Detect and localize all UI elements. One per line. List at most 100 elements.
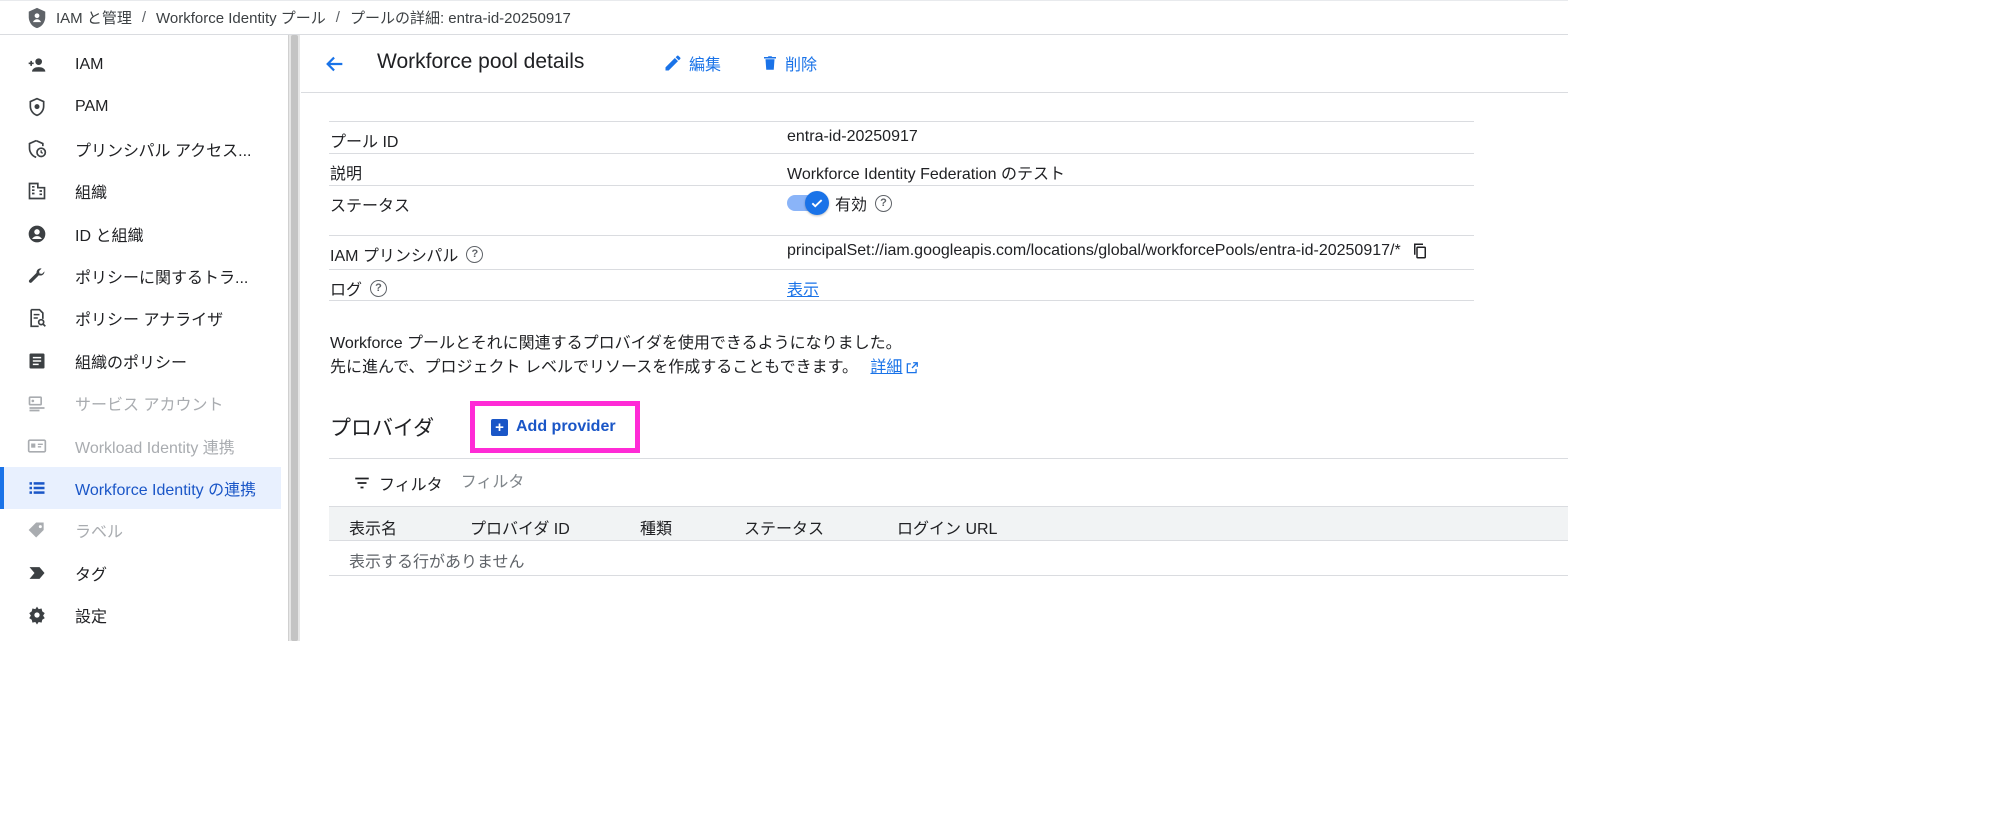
detail-row-principal: IAM プリンシパル ? principalSet://iam.googleap… bbox=[329, 235, 1474, 269]
pencil-icon bbox=[665, 55, 681, 71]
column-header-provider-id[interactable]: プロバイダ ID bbox=[470, 515, 570, 539]
gear-icon bbox=[27, 605, 47, 625]
help-icon[interactable]: ? bbox=[370, 279, 388, 297]
sidebar-item-labels[interactable]: ラベル bbox=[0, 509, 281, 551]
sidebar-item-policy-troubleshooter[interactable]: ポリシーに関するトラ... bbox=[0, 255, 281, 297]
wrench-icon bbox=[27, 266, 47, 286]
back-button[interactable] bbox=[321, 50, 349, 78]
sidebar-item-identity-org[interactable]: ID と組織 bbox=[0, 213, 281, 255]
sidebar-item-settings[interactable]: 設定 bbox=[0, 594, 281, 636]
log-value-wrap: 表示 bbox=[787, 276, 819, 300]
log-key-wrap: ログ ? bbox=[330, 276, 388, 300]
filter-icon[interactable] bbox=[353, 474, 371, 492]
help-icon[interactable]: ? bbox=[875, 194, 893, 212]
breadcrumb-item-workforce-pools[interactable]: Workforce Identity プール bbox=[156, 7, 326, 28]
breadcrumb: IAM と管理 / Workforce Identity プール / プールの詳… bbox=[0, 0, 1568, 35]
column-header-display-name[interactable]: 表示名 bbox=[349, 515, 397, 539]
sidebar-item-pam[interactable]: PAM bbox=[0, 86, 281, 128]
info-line-2: 先に進んで、プロジェクト レベルでリソースを作成することもできます。 bbox=[330, 359, 858, 376]
delete-label: 削除 bbox=[785, 57, 818, 74]
column-header-login-url[interactable]: ログイン URL bbox=[897, 515, 997, 539]
shield-icon bbox=[28, 7, 46, 28]
sidebar-item-workforce-identity[interactable]: Workforce Identity の連携 bbox=[0, 467, 281, 509]
service-account-icon bbox=[27, 393, 47, 413]
sidebar-item-principal-access[interactable]: プリンシパル アクセス... bbox=[0, 128, 281, 170]
sidebar-item-label: ポリシー アナライザ bbox=[75, 312, 224, 329]
edit-button[interactable]: 編集 bbox=[663, 51, 721, 75]
pool-id-key: プール ID bbox=[330, 134, 399, 151]
filter-label: フィルタ bbox=[379, 476, 443, 494]
filter-input[interactable] bbox=[460, 473, 761, 492]
detail-row-log: ログ ? 表示 bbox=[329, 269, 1474, 301]
sidebar-scrollbar[interactable] bbox=[288, 35, 300, 641]
sidebar-item-label: ID と組織 bbox=[75, 228, 144, 245]
sidebar-item-label: ポリシーに関するトラ... bbox=[75, 270, 249, 287]
principal-value: principalSet://iam.googleapis.com/locati… bbox=[787, 242, 1401, 259]
column-header-status[interactable]: ステータス bbox=[744, 515, 824, 539]
check-icon bbox=[805, 191, 829, 215]
info-message: Workforce プールとそれに関連するプロバイダを使用できるようになりました… bbox=[330, 332, 919, 380]
sidebar-item-tags[interactable]: タグ bbox=[0, 552, 281, 594]
info-line-2-wrap: 先に進んで、プロジェクト レベルでリソースを作成することもできます。 詳細 bbox=[330, 356, 919, 380]
log-key: ログ bbox=[330, 282, 363, 299]
breadcrumb-separator: / bbox=[141, 9, 147, 26]
copy-icon[interactable] bbox=[1411, 242, 1429, 260]
sidebar-item-label: 設定 bbox=[75, 609, 108, 626]
external-link-icon bbox=[907, 361, 919, 374]
add-provider-button[interactable]: + Add provider bbox=[483, 411, 629, 443]
status-value-wrap: 有効 ? bbox=[787, 191, 893, 215]
description-key: 説明 bbox=[330, 166, 363, 183]
sidebar-item-label: 組織のポリシー bbox=[75, 355, 188, 372]
sidebar-item-label: サービス アカウント bbox=[75, 397, 224, 414]
principal-key-wrap: IAM プリンシパル ? bbox=[330, 242, 484, 266]
id-card-icon bbox=[27, 436, 47, 456]
add-box-icon: + bbox=[491, 418, 508, 436]
providers-title: プロバイダ bbox=[330, 417, 435, 440]
help-icon[interactable]: ? bbox=[466, 245, 484, 263]
status-value: 有効 bbox=[835, 197, 868, 214]
sidebar-item-label: Workload Identity 連携 bbox=[75, 440, 235, 457]
status-toggle[interactable] bbox=[787, 191, 829, 215]
providers-table-header: 表示名 プロバイダ ID 種類 ステータス ログイン URL bbox=[329, 506, 1568, 541]
detail-row-status: ステータス 有効 ? bbox=[329, 185, 1474, 235]
learn-more-link[interactable]: 詳細 bbox=[870, 359, 902, 376]
pool-details-table: プール ID entra-id-20250917 説明 Workforce Id… bbox=[329, 121, 1474, 301]
edit-label: 編集 bbox=[689, 57, 722, 74]
breadcrumb-item-iam[interactable]: IAM と管理 bbox=[56, 7, 132, 28]
sidebar: IAM PAM プリンシパル アクセス... 組織 ID と組織 ポリシーに関す… bbox=[0, 35, 288, 641]
arrow-back-icon bbox=[326, 56, 343, 72]
sidebar-item-org-policies[interactable]: 組織のポリシー bbox=[0, 340, 281, 382]
filter-bar: フィルタ bbox=[329, 458, 1568, 506]
add-provider-label: Add provider bbox=[516, 418, 616, 435]
sidebar-item-label: 組織 bbox=[75, 185, 108, 202]
shield-gear-icon bbox=[27, 97, 47, 117]
sidebar-item-label: IAM bbox=[75, 56, 104, 73]
sidebar-item-label: タグ bbox=[75, 567, 108, 584]
chevron-tag-icon bbox=[27, 563, 47, 583]
pool-id-value: entra-id-20250917 bbox=[787, 128, 918, 145]
description-value: Workforce Identity Federation のテスト bbox=[787, 166, 1066, 183]
empty-table-row: 表示する行がありません bbox=[329, 541, 1568, 576]
breadcrumb-separator: / bbox=[335, 9, 340, 26]
scrollbar-thumb[interactable] bbox=[291, 35, 298, 641]
sidebar-item-organization[interactable]: 組織 bbox=[0, 170, 281, 212]
list-icon bbox=[27, 478, 47, 498]
sidebar-item-label: Workforce Identity の連携 bbox=[75, 482, 257, 499]
delete-button[interactable]: 削除 bbox=[761, 51, 817, 75]
trash-icon bbox=[764, 56, 776, 70]
sidebar-item-label: ラベル bbox=[75, 524, 124, 541]
sidebar-item-workload-identity[interactable]: Workload Identity 連携 bbox=[0, 425, 281, 467]
account-circle-icon bbox=[27, 224, 47, 244]
person-add-icon bbox=[27, 55, 47, 75]
article-icon bbox=[27, 351, 47, 371]
building-icon bbox=[27, 181, 47, 201]
principal-value-wrap: principalSet://iam.googleapis.com/locati… bbox=[787, 242, 1429, 260]
sidebar-item-label: プリンシパル アクセス... bbox=[75, 143, 252, 160]
status-key: ステータス bbox=[330, 198, 411, 215]
sidebar-item-service-accounts[interactable]: サービス アカウント bbox=[0, 382, 281, 424]
view-logs-link[interactable]: 表示 bbox=[787, 276, 819, 300]
info-line-1: Workforce プールとそれに関連するプロバイダを使用できるようになりました… bbox=[330, 335, 902, 352]
sidebar-item-policy-analyzer[interactable]: ポリシー アナライザ bbox=[0, 297, 281, 339]
column-header-type[interactable]: 種類 bbox=[640, 515, 672, 539]
sidebar-item-iam[interactable]: IAM bbox=[0, 44, 281, 86]
